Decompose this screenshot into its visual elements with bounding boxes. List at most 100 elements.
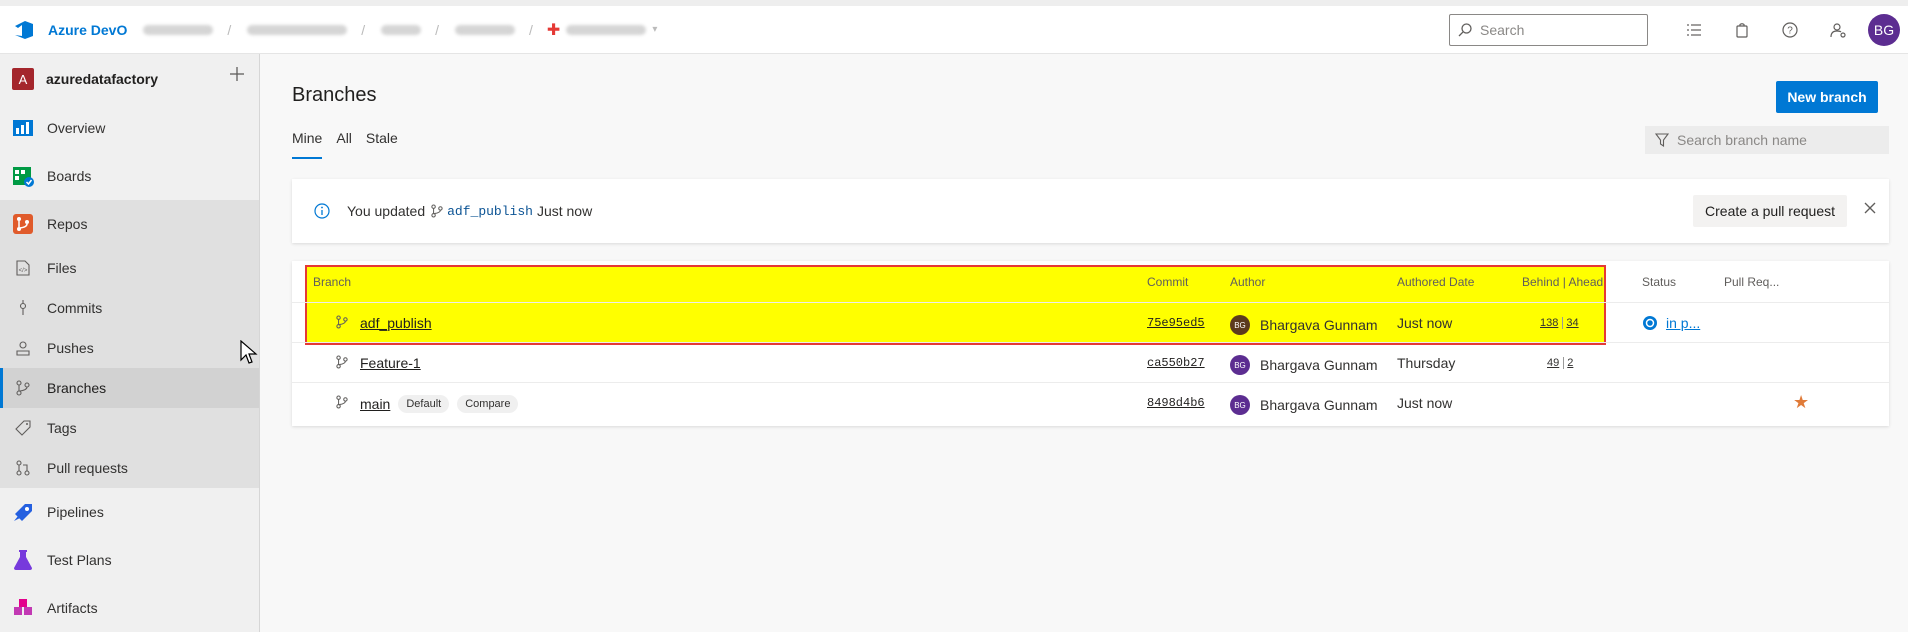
column-header-authored-date[interactable]: Authored Date	[1397, 275, 1474, 289]
behind-count-link[interactable]: 49	[1547, 357, 1565, 369]
help-icon[interactable]: ?	[1766, 6, 1814, 54]
breadcrumb-separator: /	[361, 21, 366, 38]
branch-icon	[14, 379, 32, 397]
behind-count-link[interactable]: 138	[1540, 317, 1564, 329]
project-name: azuredatafactory	[46, 71, 159, 87]
sidebar-item-branches[interactable]: Branches	[0, 368, 259, 408]
branch-name-cell: main Default Compare	[360, 395, 519, 413]
authored-date: Just now	[1397, 315, 1453, 331]
commit-link[interactable]: ca550b27	[1147, 356, 1205, 370]
branch-tabs: Mine All Stale	[292, 130, 412, 159]
commit-link[interactable]: 8498d4b6	[1147, 396, 1205, 410]
status-cell: in p...	[1642, 315, 1700, 331]
tab-mine[interactable]: Mine	[292, 130, 323, 159]
breadcrumb-repos[interactable]	[381, 24, 422, 35]
branch-icon	[336, 315, 348, 329]
table-row[interactable]: adf_publish 75e95ed5 BG Bhargava Gunnam …	[292, 303, 1889, 343]
boards-icon	[10, 163, 36, 189]
ahead-count-link[interactable]: 2	[1564, 357, 1573, 369]
authored-date: Thursday	[1397, 355, 1456, 371]
column-header-pull-request[interactable]: Pull Req...	[1724, 275, 1779, 289]
chevron-down-icon[interactable]: ▾	[652, 24, 657, 35]
branches-table: Branch Commit Author Authored Date Behin…	[292, 261, 1889, 426]
build-status-icon[interactable]	[1642, 315, 1658, 331]
status-link[interactable]: in p...	[1666, 315, 1700, 331]
user-avatar[interactable]: BG	[1868, 14, 1900, 46]
search-icon	[1458, 23, 1472, 37]
branch-icon	[336, 355, 348, 369]
author-name: Bhargava Gunnam	[1260, 317, 1378, 333]
banner-branch-link[interactable]: adf_publish	[447, 204, 533, 219]
sidebar-item-label: Commits	[47, 300, 103, 316]
brand-name[interactable]: Azure DevO	[48, 22, 127, 38]
commit-link[interactable]: 75e95ed5	[1147, 316, 1205, 330]
authored-date: Just now	[1397, 395, 1453, 411]
avatar: BG	[1230, 355, 1250, 375]
branch-search-input[interactable]: Search branch name	[1645, 126, 1889, 154]
author-cell: BG Bhargava Gunnam	[1230, 395, 1378, 415]
breadcrumb-branches[interactable]	[455, 24, 516, 35]
branch-name-link[interactable]: main	[360, 396, 390, 412]
column-header-author[interactable]: Author	[1230, 275, 1265, 289]
close-icon[interactable]	[1863, 201, 1877, 215]
sidebar-item-repos[interactable]: Repos	[0, 200, 259, 248]
pull-request-icon	[14, 459, 32, 477]
marketplace-bag-icon[interactable]	[1718, 6, 1766, 54]
tab-stale[interactable]: Stale	[366, 130, 398, 159]
work-items-list-icon[interactable]	[1670, 6, 1718, 54]
sidebar-item-artifacts[interactable]: Artifacts	[0, 584, 259, 632]
branch-name-link[interactable]: adf_publish	[360, 315, 432, 331]
sidebar-item-test-plans[interactable]: Test Plans	[0, 536, 259, 584]
branch-search-placeholder: Search branch name	[1677, 132, 1807, 148]
ahead-count-link[interactable]: 34	[1563, 317, 1578, 329]
global-search-box[interactable]: Search	[1449, 14, 1648, 46]
table-row[interactable]: main Default Compare 8498d4b6 BG Bhargav…	[292, 383, 1889, 423]
sidebar-item-label: Files	[47, 260, 77, 276]
project-header[interactable]: A azuredatafactory	[0, 54, 259, 104]
sidebar-item-tags[interactable]: Tags	[0, 408, 259, 448]
compare-badge: Compare	[457, 395, 519, 413]
tab-all[interactable]: All	[336, 130, 352, 159]
repo-icon: ✚	[546, 21, 561, 39]
breadcrumb-org[interactable]	[143, 24, 214, 35]
column-header-commit[interactable]: Commit	[1147, 275, 1188, 289]
avatar: BG	[1230, 315, 1250, 335]
sidebar-item-pull-requests[interactable]: Pull requests	[0, 448, 259, 488]
breadcrumb-project[interactable]	[247, 24, 348, 35]
file-code-icon: </>	[14, 259, 32, 277]
sidebar: A azuredatafactory Overview Boards Repos…	[0, 54, 260, 632]
update-banner: You updated adf_publish Just now Create …	[292, 179, 1889, 243]
sidebar-item-pushes[interactable]: Pushes	[0, 328, 259, 368]
global-search-placeholder: Search	[1480, 22, 1525, 38]
create-pull-request-button[interactable]: Create a pull request	[1693, 195, 1847, 227]
overview-icon	[10, 115, 36, 141]
sidebar-item-pipelines[interactable]: Pipelines	[0, 488, 259, 536]
sidebar-item-files[interactable]: </> Files	[0, 248, 259, 288]
repos-icon	[10, 211, 36, 237]
sidebar-item-overview[interactable]: Overview	[0, 104, 259, 152]
new-branch-button[interactable]: New branch	[1776, 81, 1878, 113]
sidebar-item-commits[interactable]: Commits	[0, 288, 259, 328]
author-name: Bhargava Gunnam	[1260, 357, 1378, 373]
artifacts-icon	[10, 595, 36, 621]
banner-time: Just now	[536, 203, 593, 219]
column-header-branch[interactable]: Branch	[313, 275, 351, 289]
sidebar-item-boards[interactable]: Boards	[0, 152, 259, 200]
default-badge: Default	[398, 395, 450, 413]
sidebar-item-label: Branches	[47, 380, 107, 396]
breadcrumb-repo-selector[interactable]	[566, 24, 647, 35]
favorite-star-icon[interactable]: ★	[1793, 392, 1809, 413]
test-plans-icon	[10, 547, 36, 573]
branch-name-link[interactable]: Feature-1	[360, 355, 421, 371]
table-row[interactable]: Feature-1 ca550b27 BG Bhargava Gunnam Th…	[292, 343, 1889, 383]
azure-devops-logo-icon[interactable]	[12, 18, 36, 42]
column-header-status[interactable]: Status	[1642, 275, 1676, 289]
sidebar-item-label: Repos	[47, 216, 88, 232]
commit-icon	[14, 299, 32, 317]
pipelines-icon	[10, 499, 36, 525]
add-icon[interactable]	[229, 66, 245, 85]
column-header-behind-ahead[interactable]: Behind | Ahead	[1522, 275, 1603, 289]
info-icon	[314, 203, 330, 219]
banner-prefix: You updated	[347, 203, 426, 219]
user-settings-icon[interactable]	[1814, 6, 1862, 54]
